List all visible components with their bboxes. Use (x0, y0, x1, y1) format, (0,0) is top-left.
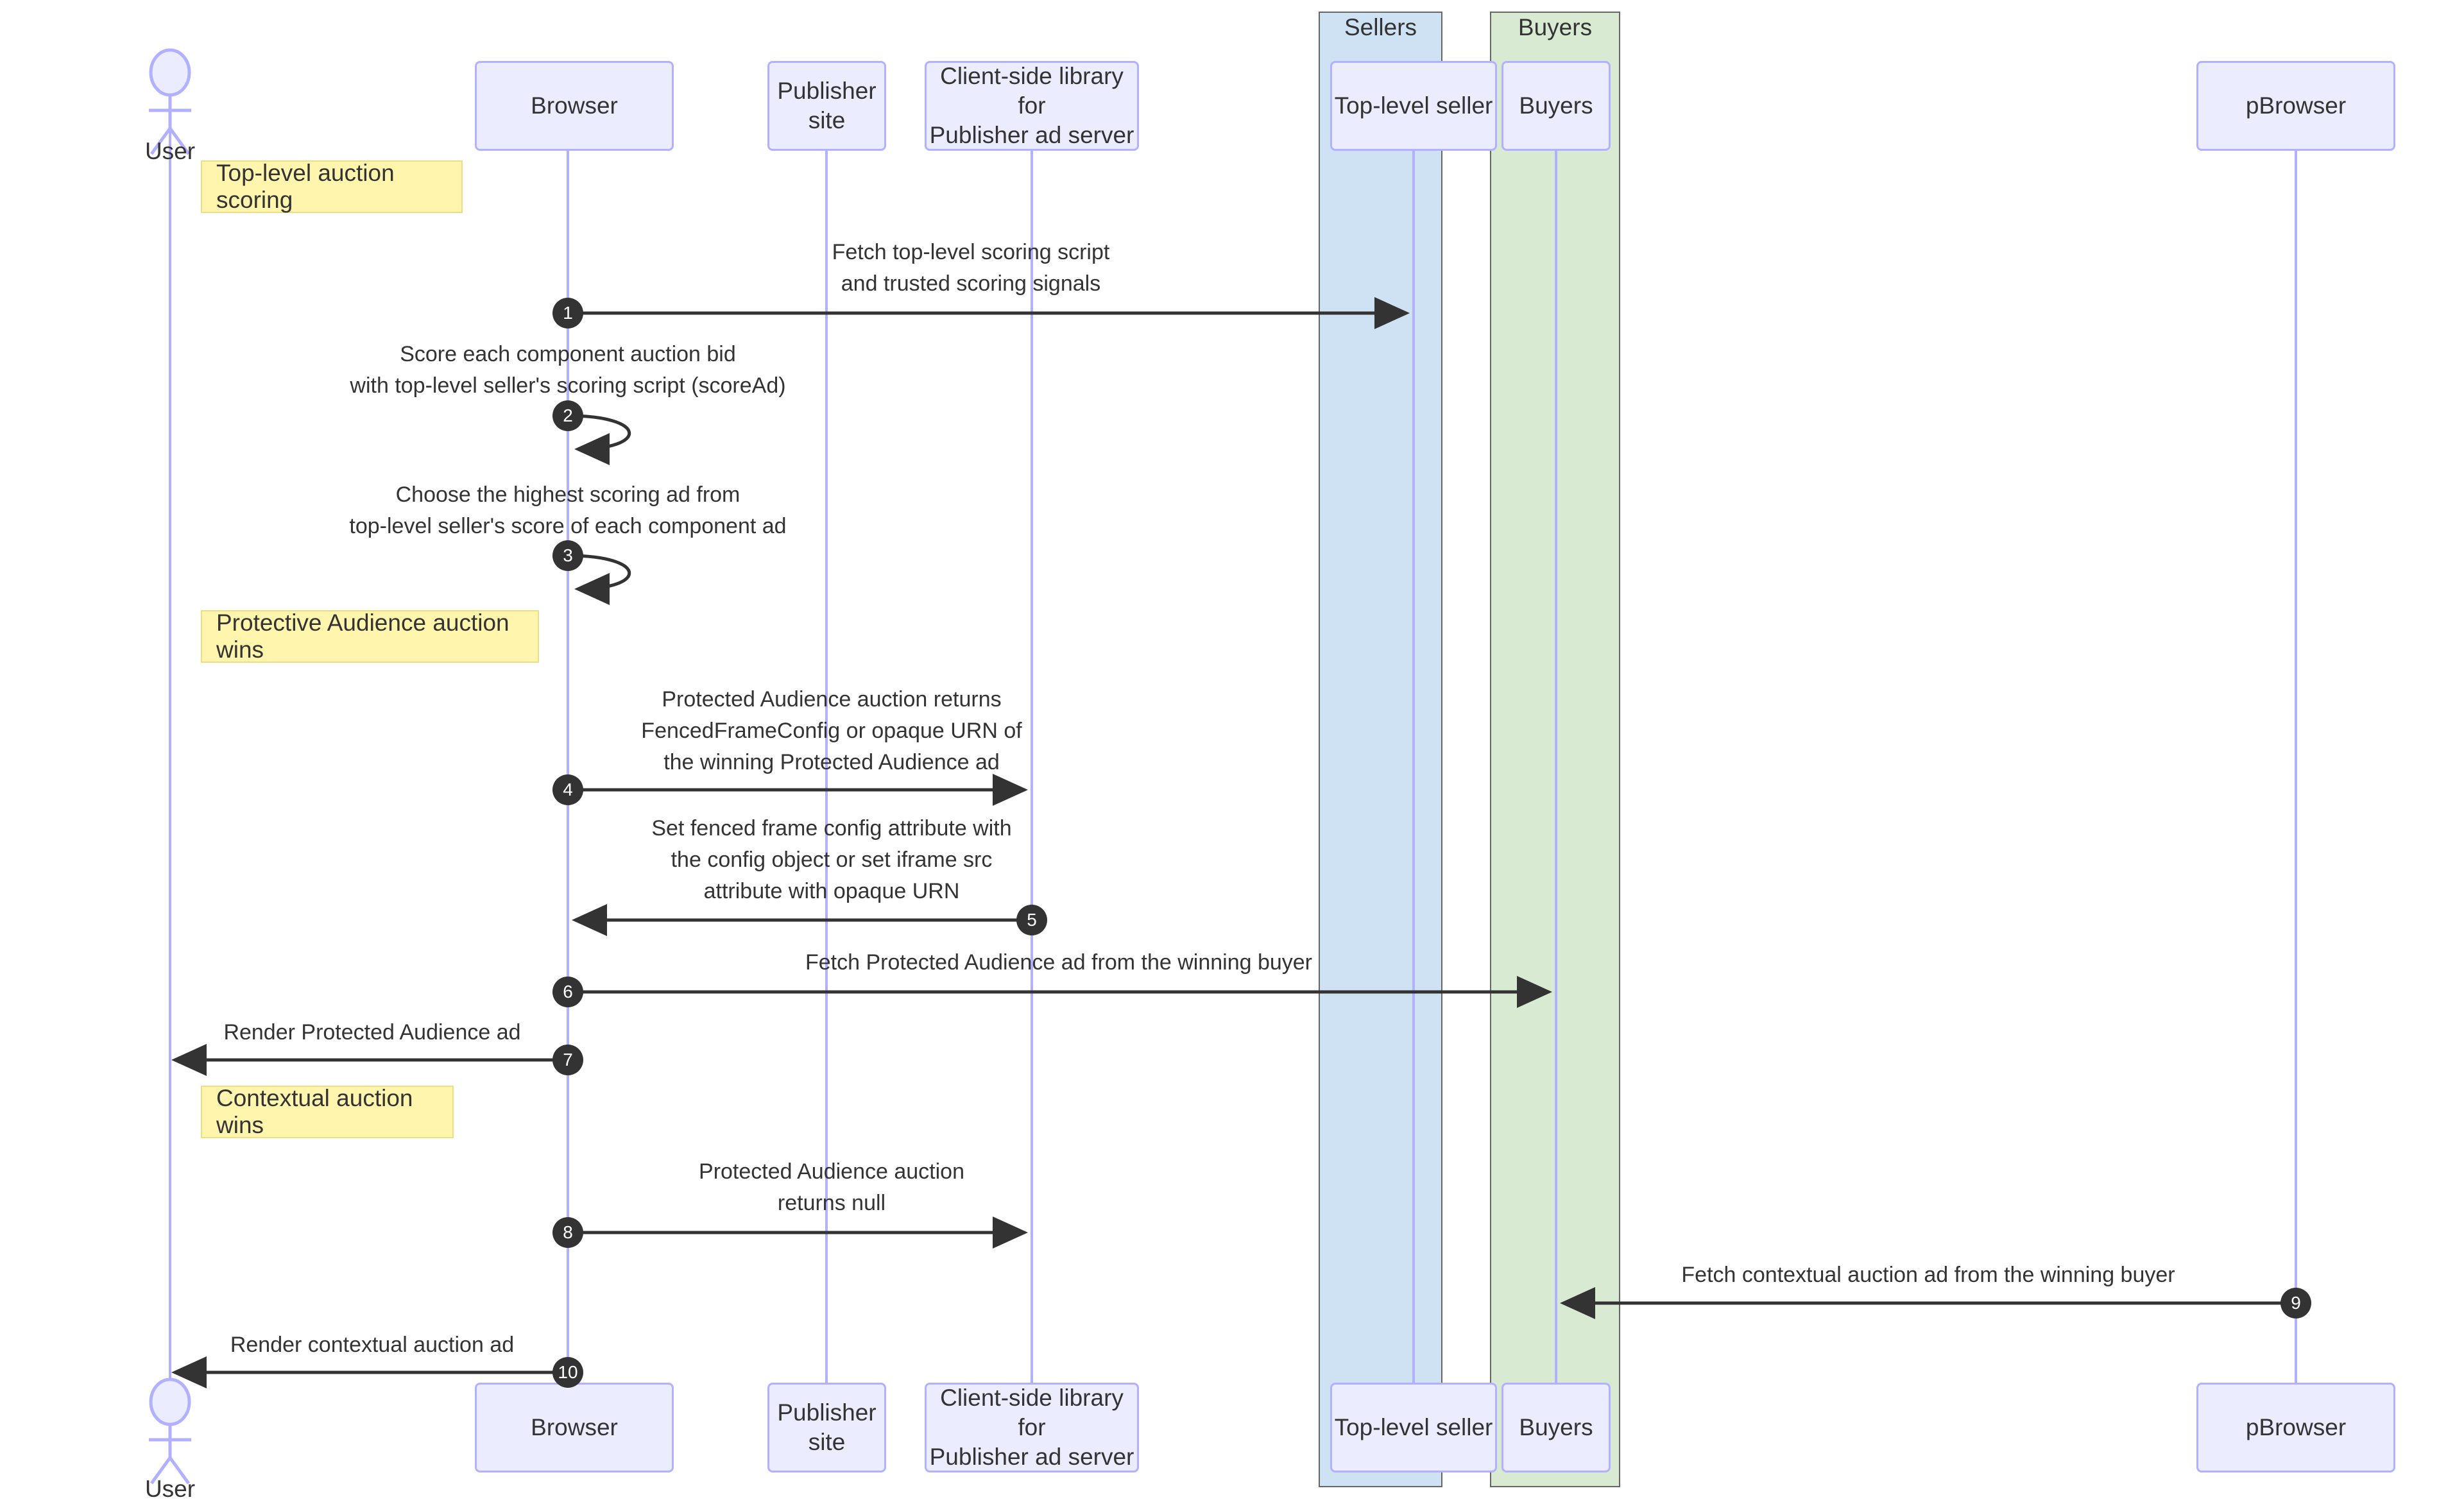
message-line: Protected Audience auction (699, 1159, 964, 1184)
participant-publisher-top[interactable]: Publisher site (767, 61, 886, 151)
note-contextual-auction-wins: Contextual auction wins (201, 1085, 454, 1138)
sequence-number-9: 9 (2280, 1288, 2311, 1319)
sequence-number-text: 4 (563, 780, 573, 799)
participant-label-line2: Publisher ad server (929, 1444, 1134, 1471)
message-label-4: Protected Audience auction returns Fence… (575, 687, 1088, 775)
message-line: Render contextual auction ad (230, 1333, 515, 1357)
participant-clientlib-top-box[interactable]: Client-side library for Publisher ad ser… (925, 61, 1139, 151)
participant-buyers-bottom[interactable]: Buyers (1502, 1383, 1611, 1472)
message-line: attribute with opaque URN (703, 879, 960, 903)
message-label-3: Choose the highest scoring ad from top-l… (247, 482, 889, 539)
sequence-number-8: 8 (552, 1217, 583, 1248)
note-text: Protective Audience auction wins (216, 610, 509, 663)
message-label-5: Set fenced frame config attribute with t… (575, 816, 1088, 904)
sequence-number-7: 7 (552, 1045, 583, 1075)
sequence-number-10: 10 (552, 1357, 583, 1388)
sequence-number-3: 3 (552, 540, 583, 571)
message-line: Choose the highest scoring ad from (395, 482, 740, 507)
sequence-number-text: 2 (563, 405, 573, 425)
message-line: Render Protected Audience ad (223, 1020, 521, 1045)
participant-topseller-top[interactable]: Top-level seller (1330, 61, 1497, 151)
participant-label: Buyers (1519, 1413, 1593, 1440)
participant-label: Browser (531, 92, 618, 119)
participant-publisher-bottom[interactable]: Publisher site (767, 1383, 886, 1472)
sequence-number-5: 5 (1016, 905, 1047, 935)
sequence-number-text: 7 (563, 1050, 573, 1070)
participant-label: Buyers (1519, 92, 1593, 119)
sequence-number-6: 6 (552, 977, 583, 1007)
participant-label-line1: Client-side library for (940, 62, 1124, 119)
message-label-9: Fetch contextual auction ad from the win… (1566, 1263, 2291, 1288)
participant-clientlib-bottom[interactable]: Client-side library for Publisher ad ser… (925, 1383, 1139, 1472)
message-label-8: Protected Audience auction returns null (575, 1159, 1088, 1216)
participant-pbrowser-bottom[interactable]: pBrowser (2196, 1383, 2395, 1472)
sequence-number-text: 5 (1027, 910, 1037, 930)
message-line: Protected Audience auction returns (662, 687, 1002, 712)
participant-label: Browser (531, 1413, 618, 1440)
sequence-number-text: 9 (2291, 1293, 2301, 1313)
message-line: Fetch Protected Audience ad from the win… (805, 950, 1313, 975)
participant-browser-top[interactable]: Browser (475, 61, 674, 151)
message-line: Score each component auction bid (400, 342, 736, 366)
message-line: Set fenced frame config attribute with (651, 816, 1012, 841)
message-label-1: Fetch top-level scoring script and trust… (740, 240, 1202, 296)
note-top-level-auction-scoring: Top-level auction scoring (201, 160, 463, 213)
participant-label: Publisher site (777, 1399, 877, 1455)
participant-label: Top-level seller (1334, 1413, 1493, 1440)
message-label-2: Score each component auction bid with to… (247, 342, 889, 398)
message-label-6: Fetch Protected Audience ad from the win… (642, 950, 1476, 975)
message-line: the winning Protected Audience ad (663, 750, 1000, 774)
note-text: Contextual auction wins (216, 1085, 413, 1138)
sequence-number-text: 10 (558, 1362, 578, 1382)
participant-label-line2: Publisher ad server (929, 122, 1134, 149)
participant-label: Top-level seller (1334, 92, 1493, 119)
participant-topseller-bottom[interactable]: Top-level seller (1330, 1383, 1497, 1472)
sequence-number-text: 8 (563, 1222, 573, 1242)
sequence-number-text: 1 (563, 303, 573, 323)
message-line: with top-level seller's scoring script (… (350, 373, 786, 398)
participant-label: pBrowser (2245, 1413, 2347, 1440)
participant-buyers-top[interactable]: Buyers (1502, 61, 1611, 151)
participant-browser-bottom[interactable]: Browser (475, 1383, 674, 1472)
sequence-number-1: 1 (552, 298, 583, 329)
message-arrows (171, 297, 2296, 1388)
actor-label-user-bottom: User (144, 1476, 196, 1502)
note-text: Top-level auction scoring (216, 160, 395, 213)
participant-label: Publisher site (777, 77, 877, 133)
message-line: the config object or set iframe src (671, 848, 993, 872)
sequence-number-4: 4 (552, 774, 583, 805)
message-line: returns null (777, 1191, 886, 1215)
message-line: Fetch contextual auction ad from the win… (1681, 1263, 2175, 1287)
message-line: Fetch top-level scoring script (832, 240, 1110, 264)
message-label-7: Render Protected Audience ad (180, 1020, 565, 1045)
sequence-diagram-canvas: Sellers Buyers Browser Publisher site Cl… (0, 0, 2464, 1502)
sequence-number-text: 3 (563, 545, 573, 565)
message-line: FencedFrameConfig or opaque URN of (641, 719, 1022, 743)
participant-label: pBrowser (2245, 92, 2347, 119)
sequence-number-text: 6 (563, 982, 573, 1002)
message-line: top-level seller's score of each compone… (349, 514, 787, 538)
sequence-number-2: 2 (552, 400, 583, 431)
participant-pbrowser-top[interactable]: pBrowser (2196, 61, 2395, 151)
message-label-10: Render contextual auction ad (180, 1333, 565, 1358)
note-protective-audience-auction-wins: Protective Audience auction wins (201, 610, 539, 663)
participant-label-line1: Client-side library for (940, 1384, 1124, 1440)
actor-glyph-user-bottom (149, 1378, 191, 1485)
message-line: and trusted scoring signals (841, 271, 1101, 296)
lifelines (169, 109, 2297, 1402)
